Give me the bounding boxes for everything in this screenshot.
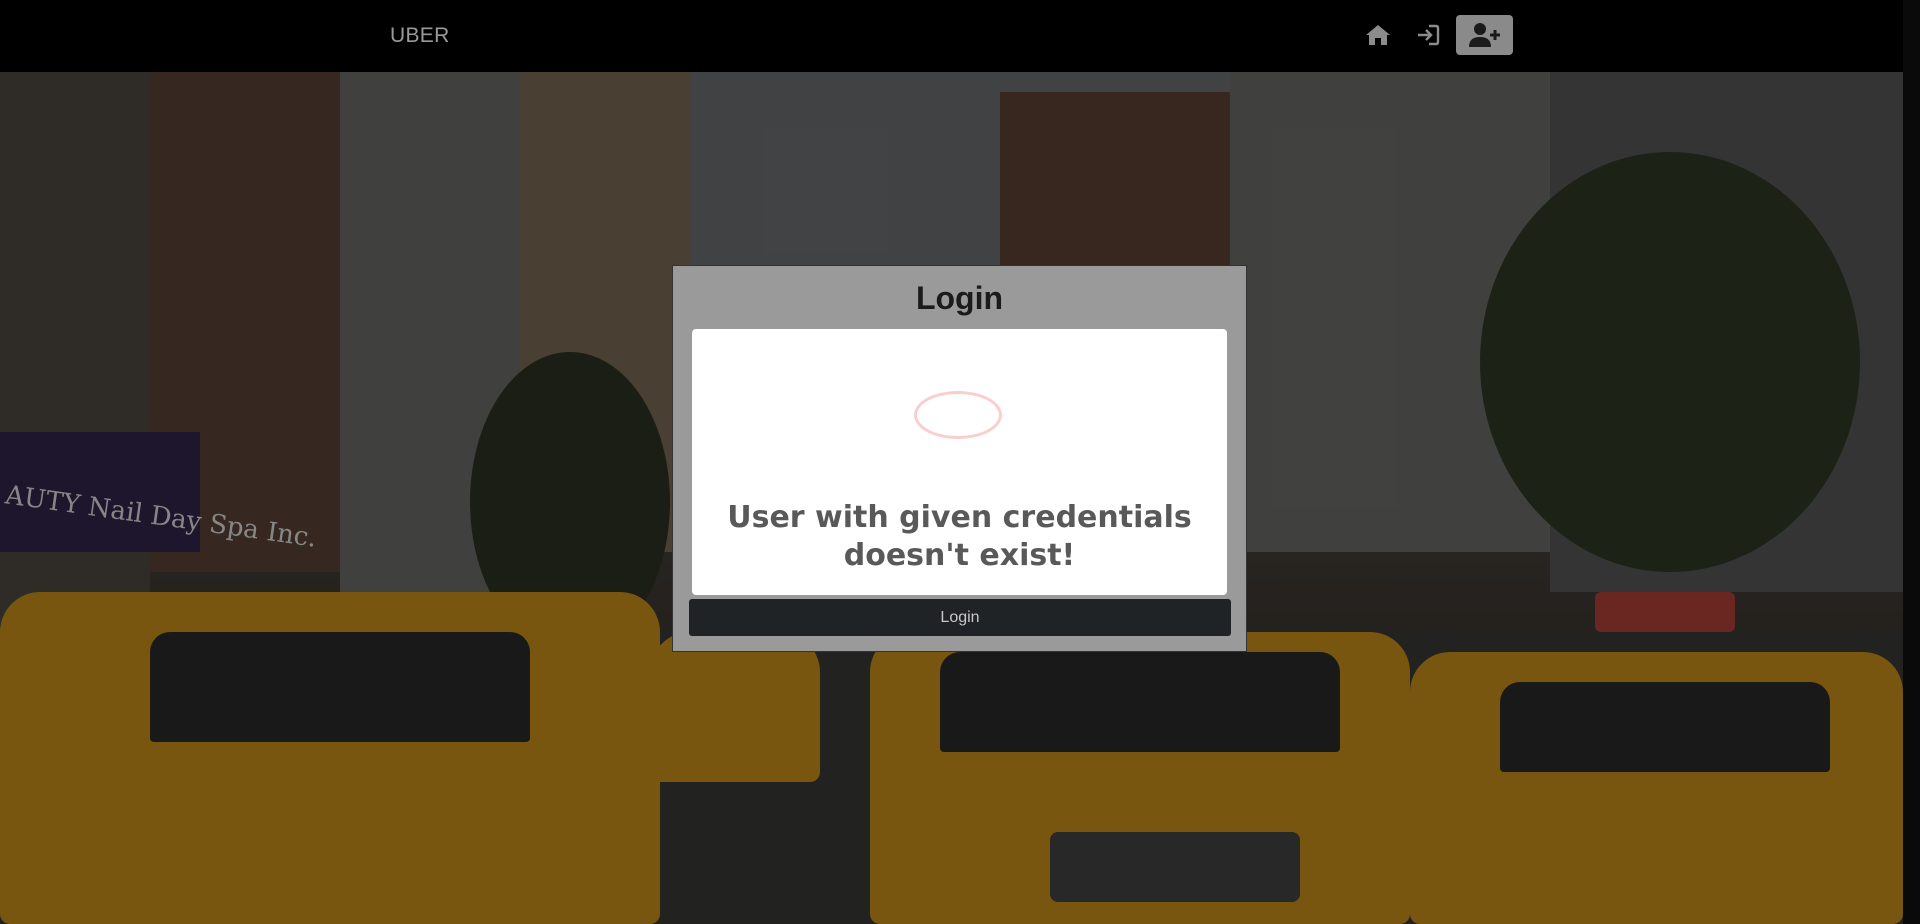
login-title: Login [915, 280, 1004, 316]
alert-message: User with given credentials doesn't exis… [692, 499, 1227, 575]
navbar: UBER [0, 0, 1920, 72]
error-circle-icon [914, 391, 1002, 439]
error-alert-dialog: User with given credentials doesn't exis… [692, 329, 1227, 595]
scrollbar[interactable] [1903, 0, 1920, 924]
user-plus-icon[interactable] [1456, 15, 1513, 55]
brand-link[interactable]: UBER [390, 24, 450, 48]
alert-message-line1: User with given credentials [727, 500, 1192, 535]
home-icon[interactable] [1361, 18, 1395, 52]
alert-message-line2: doesn't exist! [843, 538, 1076, 573]
login-icon[interactable] [1411, 18, 1445, 52]
login-button[interactable]: Login [689, 599, 1231, 636]
